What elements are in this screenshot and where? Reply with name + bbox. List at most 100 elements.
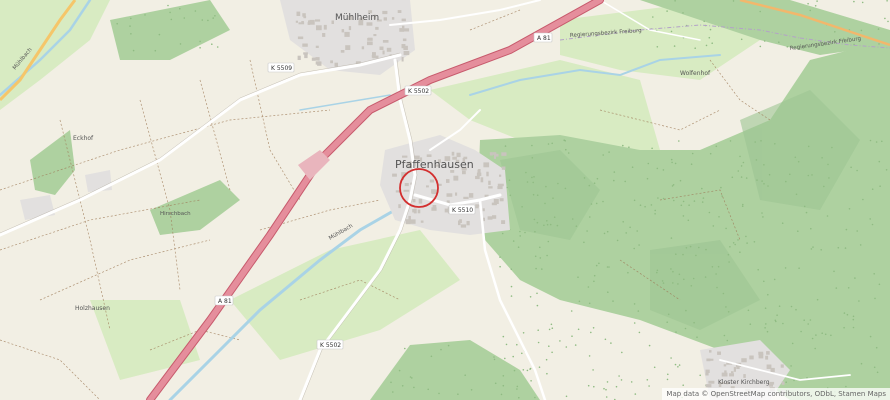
tree-dot — [570, 310, 573, 312]
tree-dot — [680, 204, 683, 207]
tree-dot — [493, 358, 496, 361]
tree-dot — [656, 46, 659, 48]
tree-dot — [541, 268, 543, 270]
tree-dot — [690, 285, 693, 287]
tree-dot — [513, 369, 516, 372]
tree-dot — [878, 160, 881, 163]
building — [501, 220, 506, 224]
building — [417, 209, 421, 214]
tree-dot — [705, 248, 707, 251]
tree-dot — [873, 366, 876, 369]
tree-dot — [762, 216, 764, 218]
tree-dot — [677, 366, 679, 368]
tree-dot — [757, 268, 759, 271]
tree-dot — [533, 218, 536, 221]
tree-dot — [470, 389, 473, 391]
building — [403, 45, 408, 50]
building — [724, 370, 727, 373]
tree-dot — [534, 255, 537, 258]
tree-dot — [550, 323, 553, 326]
building — [295, 20, 298, 23]
tree-dot — [551, 351, 553, 354]
tree-dot — [404, 347, 406, 350]
label-west-hamlet: Eckhof — [73, 135, 94, 142]
shield-a81-south: A 81 — [214, 295, 234, 306]
tree-dot — [170, 18, 173, 21]
tree-dot — [815, 334, 817, 336]
tree-dot — [518, 396, 520, 399]
map-attribution[interactable]: Map data © OpenStreetMap contributors, O… — [662, 388, 890, 400]
tree-dot — [519, 230, 521, 233]
tree-dot — [820, 249, 822, 251]
building — [401, 18, 406, 22]
tree-dot — [833, 270, 835, 273]
tree-dot — [644, 205, 646, 208]
tree-dot — [608, 151, 610, 153]
tree-dot — [745, 235, 747, 238]
building — [304, 54, 308, 59]
tree-dot — [548, 345, 550, 348]
tree-dot — [537, 329, 539, 332]
tree-dot — [567, 152, 570, 154]
tree-dot — [737, 239, 739, 241]
tree-dot — [671, 161, 673, 164]
tree-dot — [856, 169, 858, 172]
building — [493, 199, 499, 204]
tree-dot — [593, 280, 595, 283]
tree-dot — [773, 278, 776, 281]
tree-dot — [764, 307, 767, 310]
tree-dot — [674, 0, 676, 2]
building — [399, 28, 405, 32]
tree-dot — [595, 264, 598, 267]
tree-dot — [214, 15, 216, 17]
tree-dot — [130, 33, 132, 35]
shield-k5502-south: K 5502 — [316, 339, 344, 350]
tree-dot — [831, 146, 833, 149]
tree-dot — [529, 368, 531, 370]
tree-dot — [785, 180, 787, 183]
building — [708, 380, 715, 384]
tree-dot — [589, 216, 591, 218]
tree-dot — [784, 267, 787, 269]
tree-dot — [805, 211, 808, 214]
tree-dot — [881, 140, 883, 143]
building — [729, 373, 734, 377]
tree-dot — [682, 384, 684, 387]
label-main-town: Pfaffenhausen — [395, 158, 474, 171]
tree-dot — [682, 253, 684, 256]
building — [497, 186, 503, 190]
tree-dot — [698, 246, 700, 249]
tree-dot — [546, 220, 548, 222]
tree-dot — [194, 10, 197, 12]
tree-dot — [531, 144, 533, 147]
tree-dot — [661, 280, 664, 282]
tree-dot — [776, 314, 778, 317]
building — [302, 43, 308, 47]
building — [494, 153, 499, 157]
tree-dot — [726, 339, 729, 342]
building — [463, 196, 469, 199]
tree-dot — [440, 348, 442, 351]
tree-dot — [438, 392, 440, 395]
tree-dot — [696, 336, 698, 339]
tree-dot — [852, 315, 855, 318]
tree-dot — [684, 327, 687, 330]
tree-dot — [768, 173, 771, 176]
tree-dot — [795, 308, 797, 311]
tree-dot — [587, 286, 590, 288]
building — [456, 152, 461, 158]
map-canvas[interactable]: Pfaffenhausen Mühlheim Eckhof Holzhausen… — [0, 0, 890, 400]
tree-dot — [674, 363, 677, 366]
building — [316, 25, 322, 31]
tree-dot — [774, 319, 777, 322]
building — [709, 350, 712, 353]
tree-dot — [565, 148, 567, 151]
tree-dot — [517, 246, 520, 248]
tree-dot — [670, 268, 672, 270]
tree-dot — [183, 17, 186, 19]
tree-dot — [559, 340, 561, 342]
tree-dot — [843, 326, 845, 329]
building — [344, 31, 350, 37]
building — [315, 45, 319, 48]
tree-dot — [638, 244, 640, 246]
